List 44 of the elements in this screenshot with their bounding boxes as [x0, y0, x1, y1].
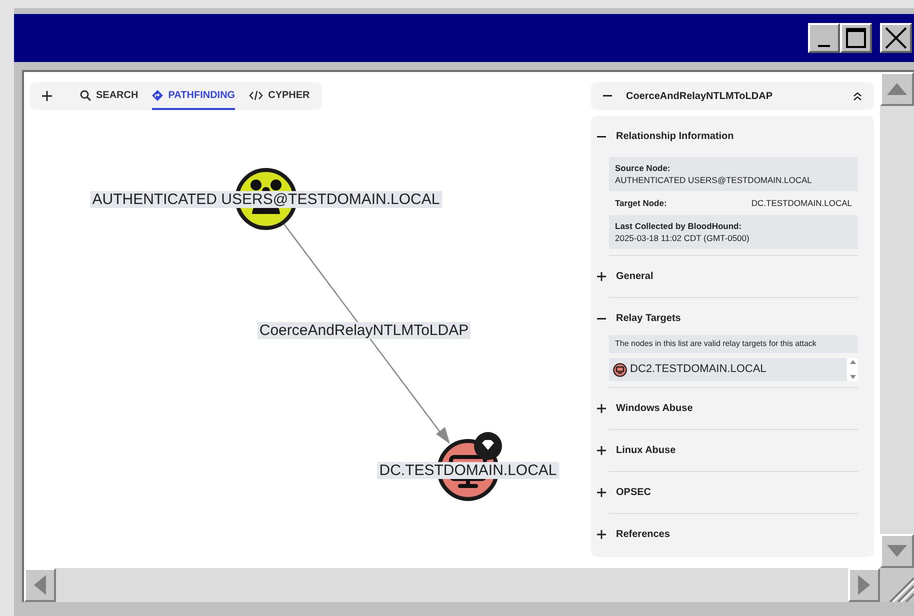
right-arrow-icon	[858, 575, 870, 595]
maximize-button[interactable]	[840, 23, 872, 53]
minus-icon	[603, 95, 612, 97]
minimize-button[interactable]	[808, 23, 840, 53]
field-label: Last Collected by BloodHound:	[615, 220, 743, 232]
field-value: DC.TESTDOMAIN.LOCAL	[751, 196, 852, 210]
field-label: Target Node:	[615, 196, 667, 210]
field-label: Source Node:	[615, 162, 672, 174]
tab[interactable]: PATHFINDING	[152, 82, 236, 110]
scroll-down-icon[interactable]	[850, 375, 856, 379]
field-value: AUTHENTICATED USERS@TESTDOMAIN.LOCAL	[615, 174, 813, 186]
scroll-right-button[interactable]	[848, 568, 880, 602]
up-arrow-icon	[887, 83, 907, 95]
panel-title: CoerceAndRelayNTLMToLDAP	[626, 90, 774, 104]
section-header[interactable]: References	[597, 514, 846, 555]
down-arrow-icon	[887, 545, 907, 557]
computer-icon	[613, 362, 627, 376]
node-label: DC.TESTDOMAIN.LOCAL	[377, 462, 559, 479]
edge-label: CoerceAndRelayNTLMToLDAP	[257, 322, 471, 339]
diamond-arrow-icon	[152, 90, 164, 100]
section-header[interactable]: General	[597, 256, 846, 297]
scroll-left-button[interactable]	[24, 568, 56, 602]
tab[interactable]: SEARCH	[80, 82, 138, 110]
tab[interactable]: CYPHER	[249, 82, 310, 110]
close-icon	[884, 26, 908, 50]
section-header[interactable]: Linux Abuse	[597, 430, 846, 471]
close-button[interactable]	[880, 23, 912, 53]
collapse-icon[interactable]	[853, 92, 862, 100]
scroll-down-button[interactable]	[880, 534, 914, 568]
scroll-up-icon[interactable]	[850, 360, 856, 364]
field-value: 2025-03-18 11:02 CDT (GMT-0500)	[615, 232, 750, 244]
add-button[interactable]	[40, 89, 54, 103]
section-header[interactable]: Relationship Information	[597, 116, 846, 157]
search-icon	[80, 90, 91, 100]
section-header[interactable]: OPSEC	[597, 472, 846, 513]
scroll-up-button[interactable]	[880, 72, 914, 106]
relay-target-item[interactable]: DC2.TESTDOMAIN.LOCAL	[609, 358, 847, 381]
node-label: AUTHENTICATED USERS@TESTDOMAIN.LOCAL	[90, 191, 442, 208]
left-arrow-icon	[34, 575, 46, 595]
code-icon	[249, 90, 264, 100]
info-note: The nodes in this list are valid relay targets for this attack	[609, 335, 858, 353]
minimize-icon	[818, 45, 830, 47]
section-header[interactable]: Windows Abuse	[597, 388, 846, 429]
maximize-icon	[845, 27, 867, 49]
